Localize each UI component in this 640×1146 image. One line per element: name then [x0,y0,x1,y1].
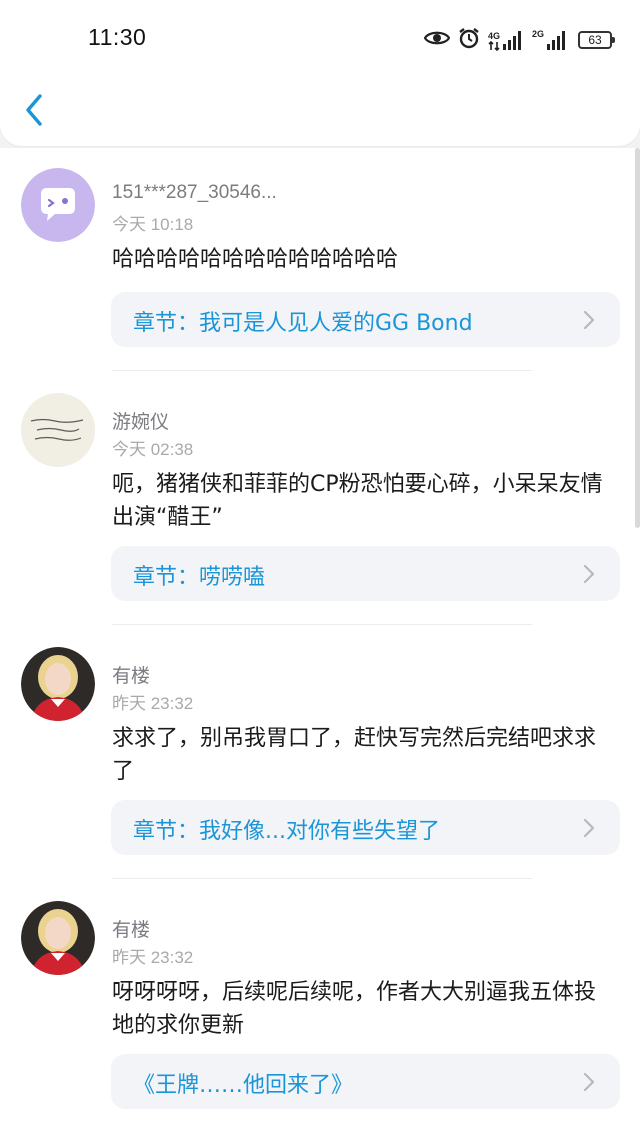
username[interactable]: 有楼 [112,661,150,688]
chevron-right-icon [583,564,595,584]
chapter-link-label: 《王牌……他回来了》 [133,1073,354,1098]
comment-item: 游婉仪 今天 02:38 呃，猪猪侠和菲菲的CP粉恐怕要心碎，小呆呆友情出演“醋… [0,373,640,627]
avatar[interactable] [21,901,95,975]
purple-chat-bubble-avatar [21,168,95,242]
comment-item: 有楼 昨天 23:32 求求了，别吊我胃口了，赶快写完然后完结吧求求了 章节：我… [0,627,640,881]
comment-text: 哈哈哈哈哈哈哈哈哈哈哈哈哈 [112,247,399,272]
comment-item: 有楼 昨天 23:32 呀呀呀呀，后续呢后续呢，作者大大别逼我五体投地的求你更新… [0,881,640,1146]
avatar[interactable] [21,647,95,721]
timestamp: 昨天 23:32 [112,694,194,713]
username[interactable]: 有楼 [112,915,150,942]
chevron-right-icon [583,1072,595,1092]
status-icons: 4G 2G 63 [423,26,615,54]
network-2-label: 2G [531,29,544,39]
network-1-label: 4G [487,31,500,41]
timestamp: 今天 02:38 [112,440,194,459]
chevron-right-icon [583,818,595,838]
portrait-avatar [21,647,95,721]
signal-4g-icon: 4G [488,29,524,51]
chapter-link[interactable]: 章节：唠唠嗑 [111,546,620,601]
alarm-icon [458,27,480,53]
chevron-right-icon [583,310,595,330]
top-bar: 11:30 4G 2G 63 [0,0,640,146]
divider [112,370,532,371]
username[interactable]: 151***287_30546... [112,182,277,204]
comments-page: 11:30 4G 2G 63 151***287_30546... 今天 10:… [0,0,640,1146]
chapter-link[interactable]: 章节：我可是人见人爱的GG Bond [111,292,620,347]
comment-feed[interactable]: 151***287_30546... 今天 10:18 哈哈哈哈哈哈哈哈哈哈哈哈… [0,148,640,1146]
battery-icon: 63 [578,31,615,49]
status-time: 11:30 [88,24,147,50]
chapter-link[interactable]: 《王牌……他回来了》 [111,1054,620,1109]
comment-item: 151***287_30546... 今天 10:18 哈哈哈哈哈哈哈哈哈哈哈哈… [0,148,640,373]
chapter-link[interactable]: 章节：我好像...对你有些失望了 [111,800,620,855]
divider [112,624,532,625]
avatar[interactable] [21,393,95,467]
handwriting-avatar [21,393,95,467]
back-button[interactable] [20,90,50,130]
chapter-link-label: 章节：唠唠嗑 [133,565,266,590]
chapter-link-label: 章节：我好像...对你有些失望了 [133,819,440,844]
portrait-avatar [21,901,95,975]
signal-2g-icon: 2G [532,29,568,51]
timestamp: 昨天 23:32 [112,948,194,967]
avatar[interactable] [21,168,95,242]
comment-text: 呃，猪猪侠和菲菲的CP粉恐怕要心碎，小呆呆友情出演“醋王” [112,472,603,530]
timestamp: 今天 10:18 [112,215,194,234]
eye-icon [423,29,451,51]
chevron-left-icon [26,94,42,126]
comment-text: 呀呀呀呀，后续呢后续呢，作者大大别逼我五体投地的求你更新 [112,980,597,1038]
comment-text: 求求了，别吊我胃口了，赶快写完然后完结吧求求了 [112,726,597,784]
divider [112,878,532,879]
chapter-link-label: 章节：我可是人见人爱的GG Bond [133,311,473,336]
username[interactable]: 游婉仪 [112,407,169,434]
